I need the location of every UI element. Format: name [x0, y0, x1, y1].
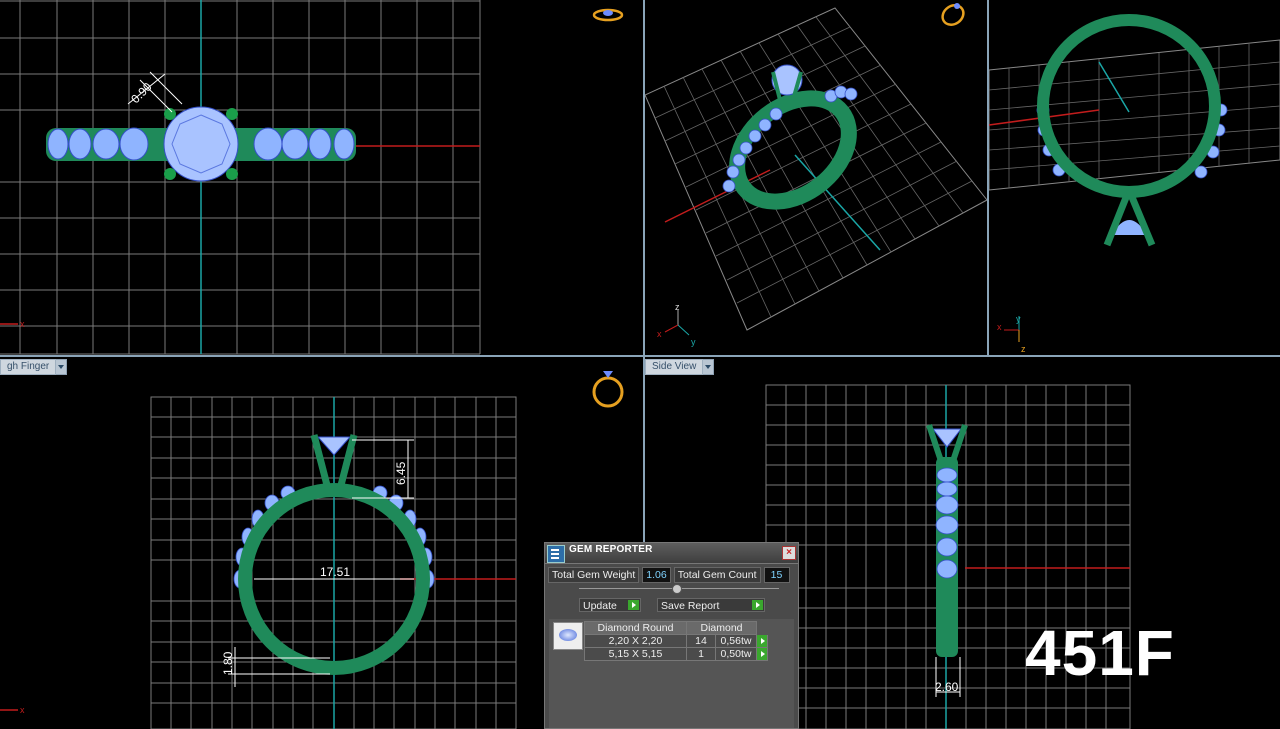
view-selector-front-label: gh Finger	[0, 359, 57, 375]
viewport-divider-horizontal[interactable]	[0, 355, 1280, 357]
report-icon	[547, 545, 565, 563]
dimension-front-band-label: 1.80	[221, 651, 235, 675]
gem-table: Diamond Round Diamond 2,20 X 2,20 14 0,5…	[584, 621, 768, 661]
view-selector-side[interactable]: Side View	[645, 359, 715, 375]
gem-table-area: Diamond Round Diamond 2,20 X 2,20 14 0,5…	[549, 619, 794, 728]
viewport-perspective-canvas: z x y	[645, 1, 987, 347]
gem-size: 5,15 X 5,15	[584, 647, 687, 661]
update-button-label: Update	[583, 600, 617, 612]
play-icon	[628, 600, 639, 610]
ring-icon-top[interactable]	[592, 8, 624, 22]
svg-text:x: x	[657, 329, 662, 339]
gem-slider[interactable]	[579, 584, 779, 594]
axis-x-label-top: x	[20, 319, 25, 329]
gem-thumbnail	[553, 622, 583, 650]
axis-gizmo-front-perspective: y x z	[997, 314, 1026, 354]
gem-totals-row: Total Gem Weight 1.06 Total Gem Count 15	[548, 567, 790, 583]
svg-text:z: z	[1021, 344, 1026, 354]
gem-count: 1	[686, 647, 716, 661]
svg-text:y: y	[691, 337, 696, 347]
grid-top	[0, 0, 481, 355]
total-count-label: Total Gem Count	[673, 567, 761, 583]
gem-reporter-titlebar[interactable]: GEM REPORTER ×	[545, 543, 798, 564]
svg-text:z: z	[675, 302, 680, 312]
gem-size: 2,20 X 2,20	[584, 634, 687, 648]
svg-text:x: x	[997, 322, 1002, 332]
header-type: Diamond	[686, 621, 757, 635]
gem-weight: 0,50tw	[715, 647, 757, 661]
total-weight-value: 1.06	[642, 567, 671, 583]
ring-icon-front[interactable]	[592, 371, 624, 408]
viewport-perspective[interactable]: z x y	[645, 0, 987, 355]
viewport-front-perspective-canvas: y x z	[989, 14, 1280, 354]
chevron-down-icon[interactable]	[56, 359, 68, 375]
chevron-down-icon[interactable]	[703, 359, 715, 375]
axis-gizmo-perspective: z x y	[657, 302, 696, 347]
gem-table-header: Diamond Round Diamond	[584, 621, 768, 635]
gem-reporter-title: GEM REPORTER	[569, 544, 653, 555]
dimension-side-width-label: 2.60	[935, 680, 959, 694]
gem-count: 14	[686, 634, 716, 648]
model-label: 451F	[1025, 617, 1175, 689]
view-selector-front[interactable]: gh Finger	[0, 359, 68, 375]
svg-text:y: y	[1016, 314, 1021, 324]
gem-reporter-panel[interactable]: GEM REPORTER × Total Gem Weight 1.06 Tot…	[544, 542, 799, 729]
ring-icon-perspective[interactable]	[939, 1, 967, 28]
dimension-top-label: 0.90	[128, 79, 155, 106]
viewport-divider-vertical-right[interactable]	[987, 0, 989, 355]
viewport-top-canvas: 0.90 x	[0, 0, 624, 355]
svg-text:x: x	[20, 705, 25, 715]
table-row[interactable]: 2,20 X 2,20 14 0,56tw	[584, 634, 768, 648]
slider-knob[interactable]	[672, 584, 682, 594]
dimension-front-diameter-label: 17.51	[320, 565, 350, 579]
table-row[interactable]: 5,15 X 5,15 1 0,50tw	[584, 647, 768, 661]
viewport-top[interactable]: 0.90 x	[0, 0, 643, 355]
view-selector-side-label: Side View	[645, 359, 704, 375]
diamond-icon	[559, 629, 577, 641]
gem-weight: 0,56tw	[715, 634, 757, 648]
update-button[interactable]: Update	[579, 598, 641, 612]
header-shape: Diamond Round	[584, 621, 687, 635]
save-report-button[interactable]: Save Report	[657, 598, 765, 612]
prongs-front-perspective	[1103, 188, 1156, 247]
play-icon[interactable]	[756, 647, 768, 661]
total-count-value: 15	[763, 567, 790, 583]
viewport-front-perspective[interactable]: y x z	[989, 0, 1280, 355]
close-icon[interactable]: ×	[782, 546, 796, 560]
dimension-front-height-label: 6.45	[394, 461, 408, 485]
grid-perspective	[654, 16, 973, 318]
total-weight-label: Total Gem Weight	[548, 567, 640, 583]
save-report-button-label: Save Report	[661, 600, 720, 612]
play-icon	[752, 600, 763, 610]
play-icon[interactable]	[756, 634, 768, 648]
center-stone-top[interactable]	[163, 106, 239, 182]
